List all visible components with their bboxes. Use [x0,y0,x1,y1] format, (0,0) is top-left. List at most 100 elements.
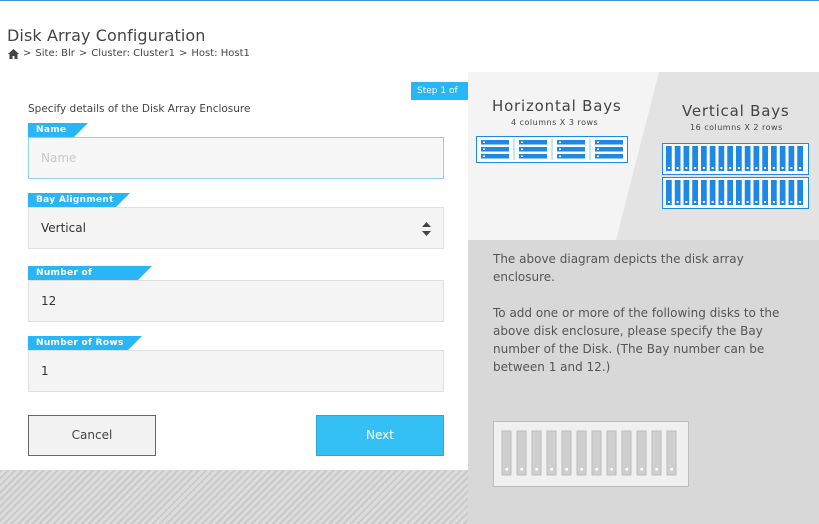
horizontal-bay [595,140,623,145]
horizontal-bays-subtitle: 4 columns X 3 rows [511,118,599,127]
bay-led [729,167,732,169]
page-header: Disk Array Configuration > Site: Blr > C… [0,1,819,72]
horizontal-bay [519,154,547,159]
bay-led [667,167,670,169]
info-paragraph-diagram: The above diagram depicts the disk array… [493,252,744,284]
bay-led [559,155,561,157]
bay-led [521,148,523,150]
bay-led [595,468,598,471]
home-icon[interactable] [8,48,19,59]
bay-led [720,167,723,169]
breadcrumb: > Site: Blr > Cluster: Cluster1 > Host: … [8,48,250,59]
bay-led [655,468,658,471]
select-arrows-icon [422,222,431,236]
bay-led [755,201,758,203]
rows-input[interactable]: 1 [28,350,444,392]
horizontal-bay [519,147,547,152]
breadcrumb-site[interactable]: Site: Blr [35,48,75,59]
step-badge: Step 1 of 2 [411,82,468,114]
bay-led [799,201,802,203]
bay-led [483,141,485,143]
bay-led [781,167,784,169]
bay-led [702,167,705,169]
bay-led [597,141,599,143]
bay-led [565,468,568,471]
bay-led [580,468,583,471]
bay-led [550,468,553,471]
bay-led [720,201,723,203]
name-label: Name [28,123,88,137]
bay-led [610,468,613,471]
rows-value: 1 [41,364,49,378]
bay-led [685,201,688,203]
bay-led [694,167,697,169]
bay-led [764,167,767,169]
bay-led [625,468,628,471]
bay-led [772,167,775,169]
bay-led [790,201,793,203]
bay-led [597,155,599,157]
bay-led [676,201,679,203]
bay-led [711,167,714,169]
rows-label: Number of Rows [28,336,142,350]
bay-led [764,201,767,203]
columns-label: Number of Columns [28,266,152,292]
bay-led [640,468,643,471]
bay-led [799,167,802,169]
bay-led [521,141,523,143]
chevron-right-icon: > [179,48,188,59]
bay-led [505,468,508,471]
bay-led [746,201,749,203]
bay-led [597,148,599,150]
bay-led [737,201,740,203]
bay-led [790,167,793,169]
bay-led [667,201,670,203]
vertical-bays-title: Vertical Bays [682,102,790,120]
bay-led [535,468,538,471]
horizontal-bay [595,147,623,152]
form-intro: Specify details of the Disk Array Enclos… [28,103,251,115]
breadcrumb-cluster[interactable]: Cluster: Cluster1 [91,48,175,59]
horizontal-bay [557,147,585,152]
columns-value: 12 [41,294,57,308]
bay-led [685,167,688,169]
bay-led [772,201,775,203]
bay-led [694,201,697,203]
hatched-footer [0,470,468,524]
horizontal-bay [481,140,509,145]
horizontal-bay [557,154,585,159]
vertical-bays-diagram [662,143,809,209]
horizontal-bay [557,140,585,145]
chevron-right-icon: > [78,48,88,59]
bay-alignment-select[interactable]: Vertical [28,207,444,249]
bay-led [520,468,523,471]
chevron-right-icon: > [23,48,32,59]
bay-alignment-value: Vertical [41,221,86,235]
bay-alignment-label: Bay Alignment [28,193,130,207]
name-field[interactable] [28,137,444,179]
bay-led [755,167,758,169]
enclosure-form: Step 1 of 2 Specify details of the Disk … [0,72,468,470]
bay-led [737,167,740,169]
bay-led [483,148,485,150]
bay-led [702,201,705,203]
horizontal-bay [481,154,509,159]
bay-led [711,201,714,203]
horizontal-bay [481,147,509,152]
horizontal-bays-title: Horizontal Bays [492,97,622,115]
next-button[interactable]: Next [316,415,444,456]
name-input[interactable] [41,139,421,177]
bay-led [729,201,732,203]
bay-led [670,468,673,471]
bay-diagram-panel: Horizontal Bays 4 columns X 3 rows Verti… [468,72,819,240]
bay-led [521,155,523,157]
bay-led [483,155,485,157]
info-panel: The above diagram depicts the disk array… [468,240,819,524]
bay-led [781,201,784,203]
bay-led [559,148,561,150]
cancel-button[interactable]: Cancel [28,415,156,456]
bay-led [746,167,749,169]
horizontal-bays-diagram [476,136,628,163]
columns-input[interactable]: 12 [28,280,444,322]
breadcrumb-host[interactable]: Host: Host1 [191,48,249,59]
